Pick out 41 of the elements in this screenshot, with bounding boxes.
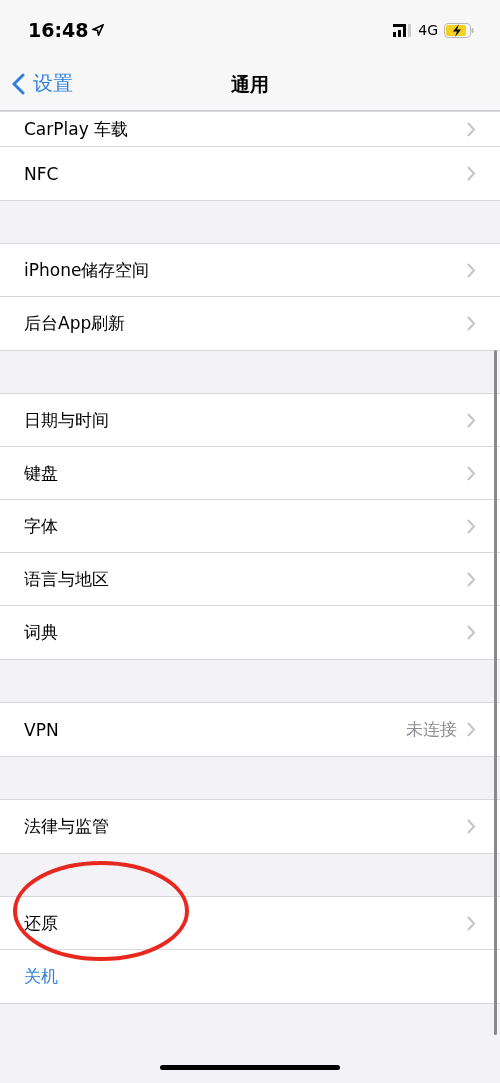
row-label: iPhone储存空间 [24, 258, 151, 282]
chevron-icon [467, 518, 476, 534]
row-label: 词典 [24, 621, 59, 644]
chevron-icon [467, 465, 476, 481]
location-icon [92, 24, 105, 36]
row-label: CarPlay 车载 [24, 117, 130, 141]
back-button[interactable]: 设置 [12, 70, 73, 97]
settings-row[interactable]: CarPlay 车载 [0, 112, 500, 147]
chevron-icon [467, 262, 476, 278]
row-value: 未连接 [406, 718, 457, 741]
row-label: 键盘 [24, 461, 59, 485]
settings-row[interactable]: 法律与监管 [0, 800, 500, 853]
chevron-icon [467, 412, 476, 428]
row-label: 法律与监管 [24, 815, 110, 838]
action-row[interactable]: 关机 [0, 950, 500, 1003]
settings-row[interactable]: iPhone储存空间 [0, 244, 500, 297]
network-label: 4G [418, 22, 438, 38]
chevron-icon [467, 121, 476, 137]
chevron-icon [467, 819, 476, 834]
row-label: 日期与时间 [24, 408, 110, 432]
row-label: 字体 [24, 514, 59, 538]
signal-icon [393, 23, 413, 37]
settings-row[interactable]: 词典 [0, 606, 500, 659]
chevron-icon [467, 722, 476, 737]
row-label: 还原 [24, 911, 59, 935]
chevron-icon [467, 915, 476, 931]
row-label: 语言与地区 [24, 567, 110, 591]
row-label: VPN [24, 719, 60, 740]
chevron-icon [467, 625, 476, 640]
status-time: 16:48 [28, 19, 89, 41]
row-label: 关机 [24, 965, 59, 988]
settings-row[interactable]: VPN 未连接 [0, 703, 500, 756]
back-chevron-icon [12, 72, 25, 95]
settings-row[interactable]: 后台App刷新 [0, 297, 500, 350]
chevron-icon [467, 571, 476, 587]
chevron-icon [467, 166, 476, 181]
chevron-icon [467, 316, 476, 331]
settings-row[interactable]: NFC [0, 147, 500, 200]
page-title: 通用 [231, 72, 269, 97]
row-label: NFC [24, 163, 60, 184]
row-label: 后台App刷新 [24, 312, 127, 335]
